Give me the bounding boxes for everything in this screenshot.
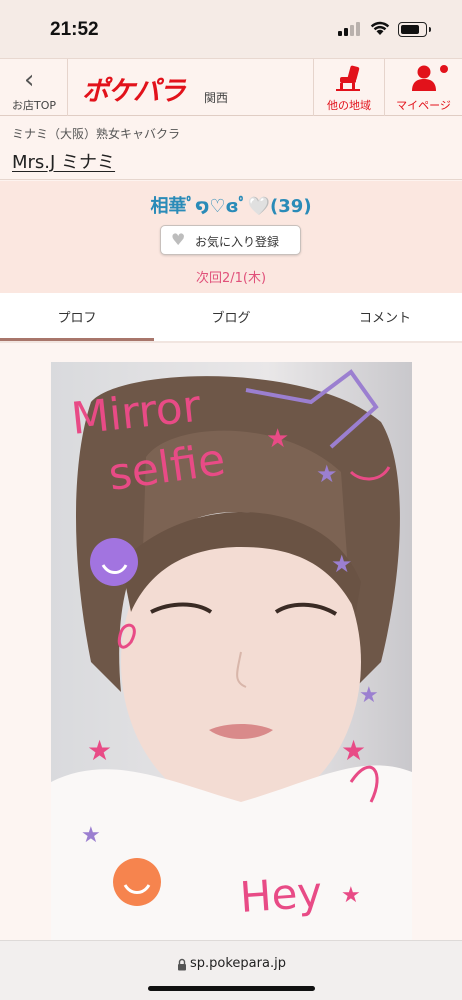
svg-text:★: ★ [359, 683, 379, 708]
browser-url-bar[interactable]: sp.pokepara.jp [0, 940, 462, 1000]
wifi-icon [370, 21, 390, 35]
svg-text:★: ★ [341, 734, 366, 767]
profile-photo[interactable]: Mirror selfie Hey ★ ★ ★ ★ ★ ★ ★ ★ [51, 362, 412, 940]
mypage-label: マイページ [396, 99, 451, 112]
other-area-label: 他の地域 [327, 99, 371, 112]
back-label: お店TOP [11, 99, 56, 112]
chair-icon [336, 65, 360, 91]
chevron-left-icon: ‹ [24, 65, 35, 95]
shop-category: ミナミ（大阪）熟女キャバクラ [12, 127, 181, 141]
back-to-shop-top-button[interactable]: ‹ お店TOP [0, 59, 68, 116]
home-indicator[interactable] [148, 986, 315, 991]
lock-icon [178, 958, 186, 971]
battery-level [401, 25, 419, 34]
region-label: 関西 [204, 91, 229, 105]
user-icon [411, 65, 436, 91]
site-header: ‹ お店TOP ポケパラ 関西 他の地域 マイページ [0, 58, 462, 116]
svg-text:★: ★ [331, 550, 353, 578]
shop-name-link[interactable]: Mrs.J ミナミ [12, 148, 115, 174]
heart-icon: ♥ [171, 230, 186, 249]
cellular-signal-icon [338, 22, 362, 36]
svg-text:★: ★ [81, 823, 101, 848]
status-time: 21:52 [50, 19, 99, 40]
tab-blog[interactable]: ブログ [154, 293, 308, 341]
next-attendance: 次回2/1(木) [195, 271, 267, 286]
add-favorite-label: お気に入り登録 [195, 235, 280, 249]
svg-text:★: ★ [316, 460, 338, 488]
photo-illustration: Mirror selfie Hey ★ ★ ★ ★ ★ ★ ★ ★ [51, 362, 412, 940]
pokepara-logo[interactable]: ポケパラ [82, 69, 186, 108]
tab-profile[interactable]: プロフ [0, 293, 154, 341]
shop-info: ミナミ（大阪）熟女キャバクラ Mrs.J ミナミ [0, 116, 462, 180]
url-text: sp.pokepara.jp [190, 956, 286, 971]
cast-name: 相華ﾟ໑♡ɞﾟ🤍(39) [150, 196, 312, 217]
profile-section: 相華ﾟ໑♡ɞﾟ🤍(39) ♥ お気に入り登録 次回2/1(木) [0, 181, 462, 293]
status-bar: 21:52 [0, 0, 462, 58]
tab-comment[interactable]: コメント [308, 293, 462, 341]
profile-tabs: プロフ ブログ コメント [0, 293, 462, 341]
notification-dot [440, 65, 448, 73]
svg-text:★: ★ [87, 734, 112, 767]
other-area-button[interactable]: 他の地域 [313, 59, 385, 116]
doodle-hey-text: Hey [238, 867, 323, 922]
mypage-button[interactable]: マイページ [385, 59, 462, 116]
svg-text:★: ★ [266, 424, 289, 454]
svg-text:★: ★ [341, 883, 361, 908]
battery-icon [398, 22, 431, 37]
add-favorite-button[interactable]: ♥ お気に入り登録 [160, 225, 301, 255]
